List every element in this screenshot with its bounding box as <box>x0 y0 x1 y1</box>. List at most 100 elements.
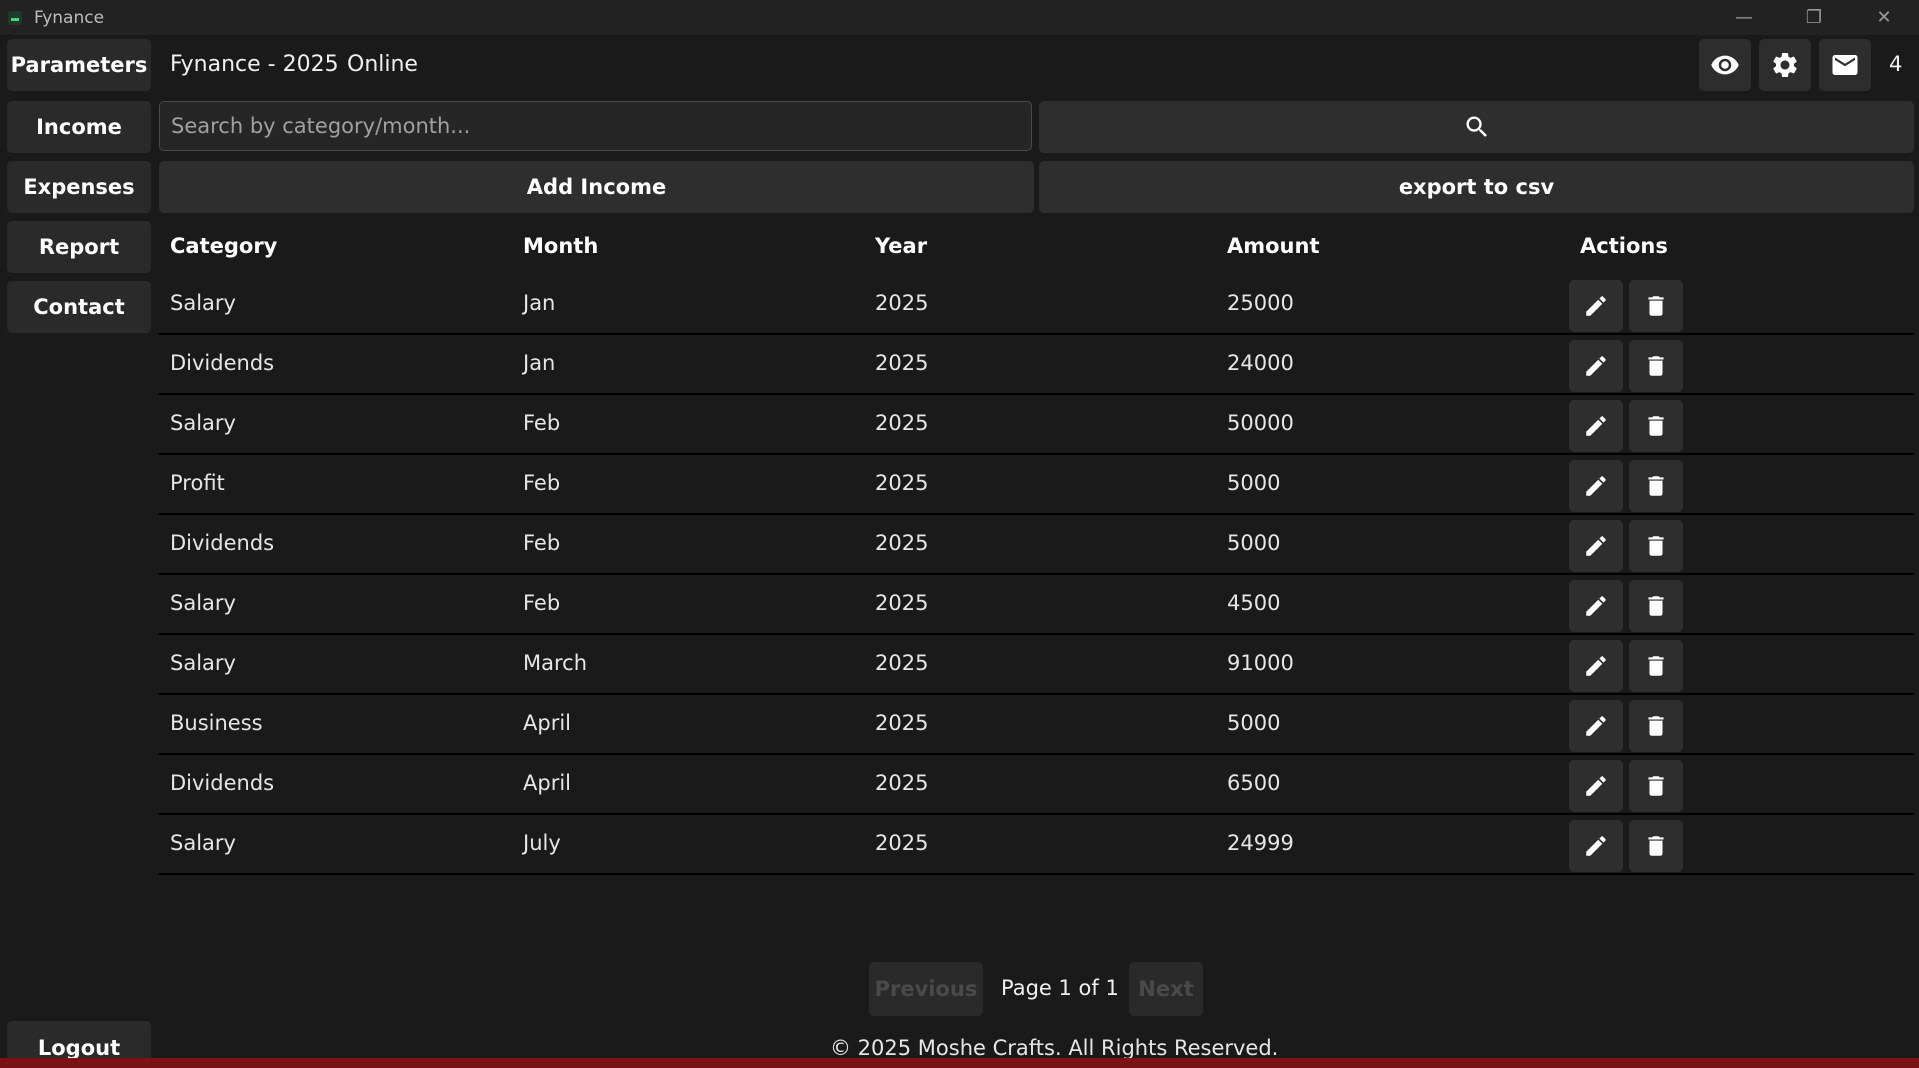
edit-button[interactable] <box>1569 520 1623 572</box>
cell-month: Feb <box>523 411 561 435</box>
delete-button[interactable] <box>1629 700 1683 752</box>
cell-year: 2025 <box>875 771 929 795</box>
delete-button[interactable] <box>1629 760 1683 812</box>
cell-year: 2025 <box>875 531 929 555</box>
trash-icon <box>1648 476 1664 496</box>
delete-button[interactable] <box>1629 580 1683 632</box>
connection-status: Online <box>347 52 418 77</box>
table-row: Profit Feb 2025 5000 <box>159 455 1914 515</box>
next-button[interactable]: Next <box>1129 962 1203 1016</box>
column-header-amount: Amount <box>1227 234 1320 258</box>
logout-label: Logout <box>37 1036 121 1060</box>
edit-button[interactable] <box>1569 760 1623 812</box>
restore-icon[interactable]: ❐ <box>1779 0 1849 35</box>
trash-icon <box>1648 596 1664 616</box>
settings-button[interactable] <box>1759 39 1811 91</box>
cell-amount: 50000 <box>1227 411 1294 435</box>
search-input[interactable] <box>159 101 1032 151</box>
pencil-icon <box>1586 416 1606 436</box>
edit-button[interactable] <box>1569 340 1623 392</box>
edit-button[interactable] <box>1569 400 1623 452</box>
sidebar-item-contact[interactable]: Contact <box>7 281 151 333</box>
edit-button[interactable] <box>1569 280 1623 332</box>
pencil-icon <box>1586 836 1606 856</box>
table-row: Salary July 2025 24999 <box>159 815 1914 875</box>
cell-category: Salary <box>170 591 236 615</box>
sidebar-item-label: Income <box>36 115 122 139</box>
sidebar-item-report[interactable]: Report <box>7 221 151 273</box>
table-row: Dividends Jan 2025 24000 <box>159 335 1914 395</box>
mail-button[interactable] <box>1819 39 1871 91</box>
table-row: Dividends April 2025 6500 <box>159 755 1914 815</box>
cell-month: July <box>523 831 561 855</box>
eye-icon <box>1711 55 1739 75</box>
table-row: Business April 2025 5000 <box>159 695 1914 755</box>
edit-button[interactable] <box>1569 700 1623 752</box>
add-income-label: Add Income <box>526 175 667 199</box>
cell-month: Jan <box>523 291 556 315</box>
cell-month: Feb <box>523 471 561 495</box>
edit-button[interactable] <box>1569 580 1623 632</box>
cell-month: March <box>523 651 588 675</box>
cell-year: 2025 <box>875 831 929 855</box>
export-csv-button[interactable]: export to csv <box>1039 161 1914 213</box>
cell-category: Profit <box>170 471 225 495</box>
app-logo-icon <box>8 10 22 25</box>
cell-amount: 24000 <box>1227 351 1294 375</box>
cell-amount: 4500 <box>1227 591 1281 615</box>
column-header-month: Month <box>523 234 599 258</box>
table-row: Salary March 2025 91000 <box>159 635 1914 695</box>
trash-icon <box>1648 416 1664 436</box>
trash-icon <box>1648 776 1664 796</box>
sidebar-item-income[interactable]: Income <box>7 101 151 153</box>
eye-button[interactable] <box>1699 39 1751 91</box>
table-row: Salary Feb 2025 4500 <box>159 575 1914 635</box>
sidebar-item-label: Report <box>38 235 120 259</box>
trash-icon <box>1648 836 1664 856</box>
trash-icon <box>1648 716 1664 736</box>
close-icon[interactable]: ✕ <box>1849 0 1919 35</box>
trash-icon <box>1648 356 1664 376</box>
table-row: Salary Feb 2025 50000 <box>159 395 1914 455</box>
cell-amount: 6500 <box>1227 771 1281 795</box>
edit-button[interactable] <box>1569 460 1623 512</box>
delete-button[interactable] <box>1629 460 1683 512</box>
sidebar-item-label: Expenses <box>23 175 135 199</box>
pencil-icon <box>1586 596 1606 616</box>
cell-category: Dividends <box>170 351 275 375</box>
column-header-actions: Actions <box>1580 234 1668 258</box>
sidebar-item-parameters[interactable]: Parameters <box>7 39 151 91</box>
cell-category: Salary <box>170 831 236 855</box>
pencil-icon <box>1586 476 1606 496</box>
sidebar-item-label: Contact <box>33 295 125 319</box>
delete-button[interactable] <box>1629 280 1683 332</box>
column-header-year: Year <box>875 234 928 258</box>
edit-button[interactable] <box>1569 640 1623 692</box>
delete-button[interactable] <box>1629 400 1683 452</box>
cell-amount: 5000 <box>1227 531 1281 555</box>
cell-year: 2025 <box>875 651 929 675</box>
cell-category: Business <box>170 711 263 735</box>
delete-button[interactable] <box>1629 520 1683 572</box>
search-button[interactable] <box>1039 101 1914 153</box>
add-income-button[interactable]: Add Income <box>159 161 1034 213</box>
export-csv-label: export to csv <box>1398 175 1555 199</box>
cell-month: Feb <box>523 531 561 555</box>
sidebar-item-label: Parameters <box>10 53 148 77</box>
cell-year: 2025 <box>875 411 929 435</box>
previous-button[interactable]: Previous <box>869 962 983 1016</box>
delete-button[interactable] <box>1629 340 1683 392</box>
pencil-icon <box>1586 356 1606 376</box>
sidebar-item-expenses[interactable]: Expenses <box>7 161 151 213</box>
gear-icon <box>1773 53 1797 77</box>
delete-button[interactable] <box>1629 640 1683 692</box>
delete-button[interactable] <box>1629 820 1683 872</box>
page-title: Fynance - 2025 <box>170 52 339 77</box>
cell-month: April <box>523 771 571 795</box>
cell-category: Salary <box>170 651 236 675</box>
cell-amount: 24999 <box>1227 831 1294 855</box>
minimize-icon[interactable]: — <box>1709 0 1779 35</box>
title-bar: Fynance — ❐ ✕ <box>0 0 1919 35</box>
edit-button[interactable] <box>1569 820 1623 872</box>
cell-month: Feb <box>523 591 561 615</box>
